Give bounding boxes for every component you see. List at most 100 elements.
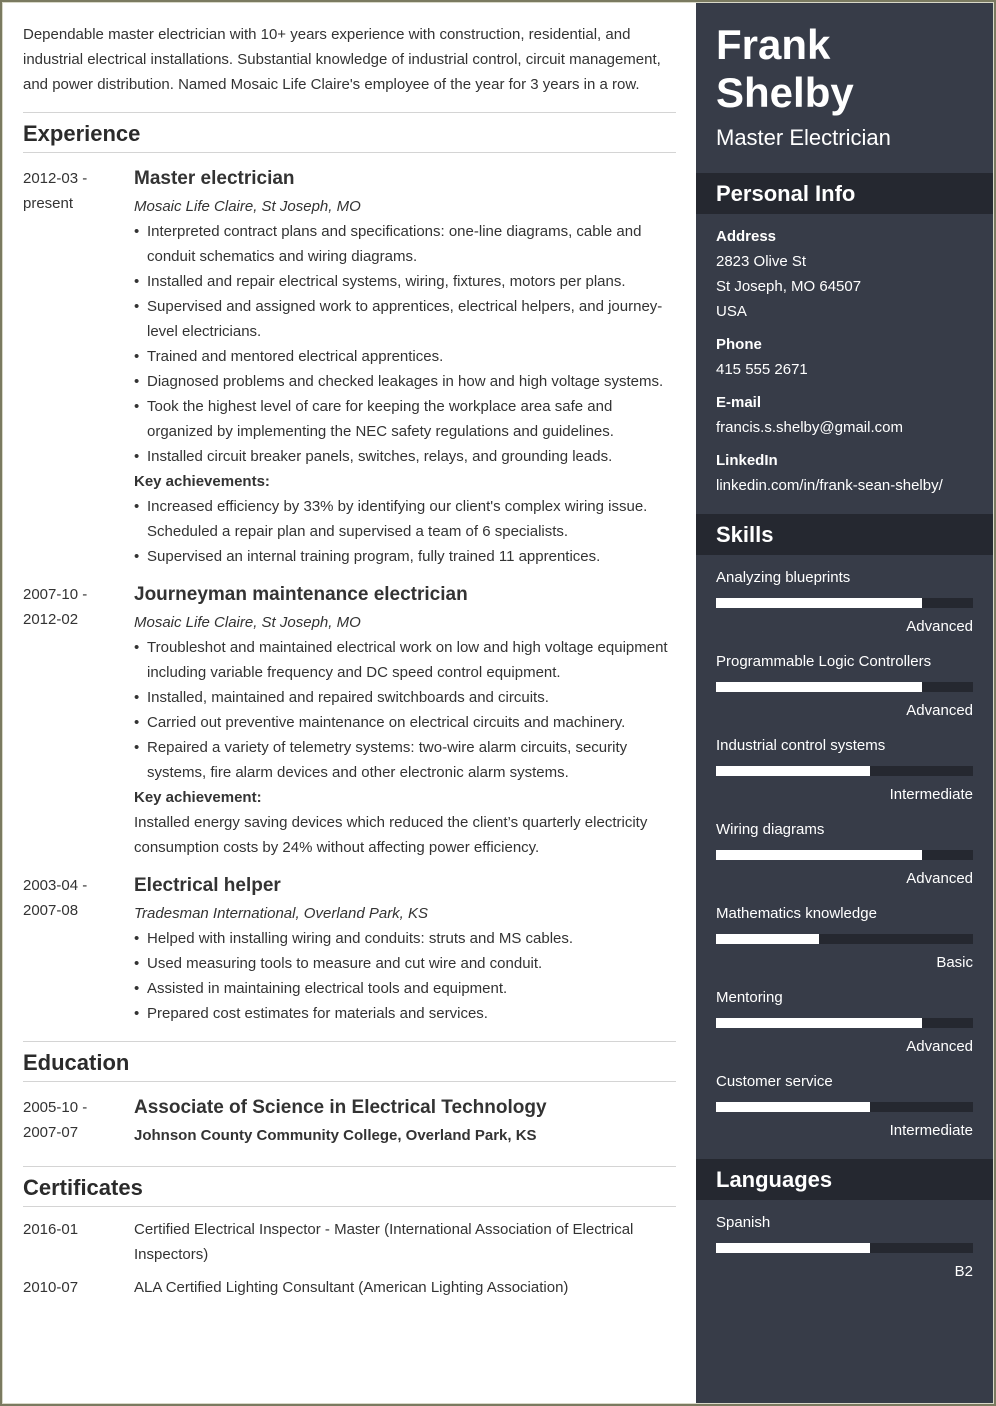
skill-level: Intermediate <box>889 1122 973 1139</box>
email-value[interactable]: francis.s.shelby@gmail.com <box>716 415 973 440</box>
skill-name: Spanish <box>716 1214 771 1231</box>
job-title: Electrical helper <box>134 875 281 896</box>
job-entry: 2003-04 - 2007-08 Electrical helper Trad… <box>23 873 676 1026</box>
bullet: Repaired a variety of telemetry systems:… <box>134 735 676 785</box>
skill-item: Analyzing blueprints Advanced <box>696 565 993 639</box>
linkedin-value[interactable]: linkedin.com/in/frank-sean-shelby/ <box>716 473 973 498</box>
key-achievement-label: Key achievement: <box>134 789 262 806</box>
skill-level: Advanced <box>906 1038 973 1055</box>
sidebar: Frank Shelby Master Electrician Personal… <box>696 3 993 1403</box>
skill-bar-track <box>716 934 973 944</box>
job-date: 2007-10 - 2012-02 <box>23 582 134 860</box>
bullet: Interpreted contract plans and specifica… <box>134 219 676 269</box>
bullet: Carried out preventive maintenance on el… <box>134 710 676 735</box>
skill-bar-fill <box>716 934 819 944</box>
bullet: Supervised and assigned work to apprenti… <box>134 294 676 344</box>
certificate-date: 2010-07 <box>23 1279 79 1296</box>
job-company: Tradesman International, Overland Park, … <box>134 905 429 922</box>
job-title: Journeyman maintenance electrician <box>134 584 468 605</box>
education-heading: Education <box>23 1041 676 1082</box>
certificate-text: ALA Certified Lighting Consultant (Ameri… <box>134 1279 569 1296</box>
personal-info-heading: Personal Info <box>696 173 993 214</box>
skill-level: Intermediate <box>889 786 973 803</box>
job-date: 2012-03 - present <box>23 166 134 569</box>
skill-name: Mentoring <box>716 989 783 1006</box>
main-column: Dependable master electrician with 10+ y… <box>23 22 676 1300</box>
job-date: 2003-04 - 2007-08 <box>23 873 134 1026</box>
phone-value: 415 555 2671 <box>716 361 808 378</box>
skill-item: Mentoring Advanced <box>696 985 993 1059</box>
skill-name: Mathematics knowledge <box>716 905 877 922</box>
skill-bar-fill <box>716 1243 871 1253</box>
job-entry: 2012-03 - present Master electrician Mos… <box>23 166 676 569</box>
certificate-date: 2016-01 <box>23 1221 79 1238</box>
bullet: Installed and repair electrical systems,… <box>134 269 676 294</box>
date-start: 2012-03 - <box>23 170 88 187</box>
bullet: Prepared cost estimates for materials an… <box>134 1001 676 1026</box>
certificate-item: 2016-01 Certified Electrical Inspector -… <box>23 1217 676 1267</box>
skill-item: Programmable Logic Controllers Advanced <box>696 649 993 723</box>
experience-heading: Experience <box>23 112 676 153</box>
address-label: Address <box>716 228 777 245</box>
certificates-heading: Certificates <box>23 1166 676 1207</box>
school: Johnson County Community College, Overla… <box>134 1127 537 1144</box>
languages-list: Spanish B2 <box>696 1210 993 1284</box>
skill-level: Basic <box>936 954 973 971</box>
skill-bar-fill <box>716 766 871 776</box>
skill-item: Industrial control systems Intermediate <box>696 733 993 807</box>
key-achievement-bullets: Increased efficiency by 33% by identifyi… <box>134 494 676 569</box>
candidate-role: Master Electrician <box>716 125 891 150</box>
skill-bar-track <box>716 598 973 608</box>
skill-name: Analyzing blueprints <box>716 569 851 586</box>
skill-level: Advanced <box>906 702 973 719</box>
phone-label: Phone <box>716 336 762 353</box>
date-end: 2007-07 <box>23 1124 79 1141</box>
address-line: 2823 Olive St <box>716 253 807 270</box>
bullet: Installed, maintained and repaired switc… <box>134 685 676 710</box>
bullet: Took the highest level of care for keepi… <box>134 394 676 444</box>
skill-item: Customer service Intermediate <box>696 1069 993 1143</box>
skill-bar-fill <box>716 598 922 608</box>
bullet: Increased efficiency by 33% by identifyi… <box>134 494 676 544</box>
personal-info: Address 2823 Olive St St Joseph, MO 6450… <box>696 224 993 498</box>
bullet: Diagnosed problems and checked leakages … <box>134 369 676 394</box>
job-company: Mosaic Life Claire, St Joseph, MO <box>134 614 361 631</box>
skill-item: Wiring diagrams Advanced <box>696 817 993 891</box>
bullet: Helped with installing wiring and condui… <box>134 926 676 951</box>
skill-bar-track <box>716 1102 973 1112</box>
skill-bar-track <box>716 1018 973 1028</box>
skill-bar-track <box>716 850 973 860</box>
skill-item: Spanish B2 <box>696 1210 993 1284</box>
job-bullets: Interpreted contract plans and specifica… <box>134 219 676 469</box>
job-company: Mosaic Life Claire, St Joseph, MO <box>134 198 361 215</box>
date-end: present <box>23 195 74 212</box>
address-line: USA <box>716 303 747 320</box>
skill-level: B2 <box>954 1263 973 1280</box>
job-bullets: Troubleshot and maintained electrical wo… <box>134 635 676 785</box>
skill-bar-track <box>716 682 973 692</box>
date-start: 2003-04 - <box>23 877 88 894</box>
job-title: Master electrician <box>134 168 295 189</box>
skill-bar-fill <box>716 682 922 692</box>
degree: Associate of Science in Electrical Techn… <box>134 1097 547 1118</box>
skill-bar-track <box>716 1243 973 1253</box>
key-achievement-text: Installed energy saving devices which re… <box>134 814 648 856</box>
date-end: 2007-08 <box>23 902 79 919</box>
summary: Dependable master electrician with 10+ y… <box>23 26 661 93</box>
linkedin-label: LinkedIn <box>716 452 778 469</box>
skill-name: Customer service <box>716 1073 833 1090</box>
skill-name: Wiring diagrams <box>716 821 825 838</box>
languages-heading: Languages <box>696 1159 993 1200</box>
key-achievements-label: Key achievements: <box>134 473 270 490</box>
skills-list: Analyzing blueprints Advanced Programmable… <box>696 565 993 1143</box>
bullet: Assisted in maintaining electrical tools… <box>134 976 676 1001</box>
address-line: St Joseph, MO 64507 <box>716 278 862 295</box>
education-entry: 2005-10 - 2007-07 Associate of Science i… <box>23 1095 676 1148</box>
skill-level: Advanced <box>906 870 973 887</box>
skill-item: Mathematics knowledge Basic <box>696 901 993 975</box>
skills-heading: Skills <box>696 514 993 555</box>
skill-bar-fill <box>716 850 922 860</box>
date-end: 2012-02 <box>23 611 79 628</box>
certificate-item: 2010-07 ALA Certified Lighting Consultan… <box>23 1275 676 1300</box>
bullet: Trained and mentored electrical apprenti… <box>134 344 676 369</box>
